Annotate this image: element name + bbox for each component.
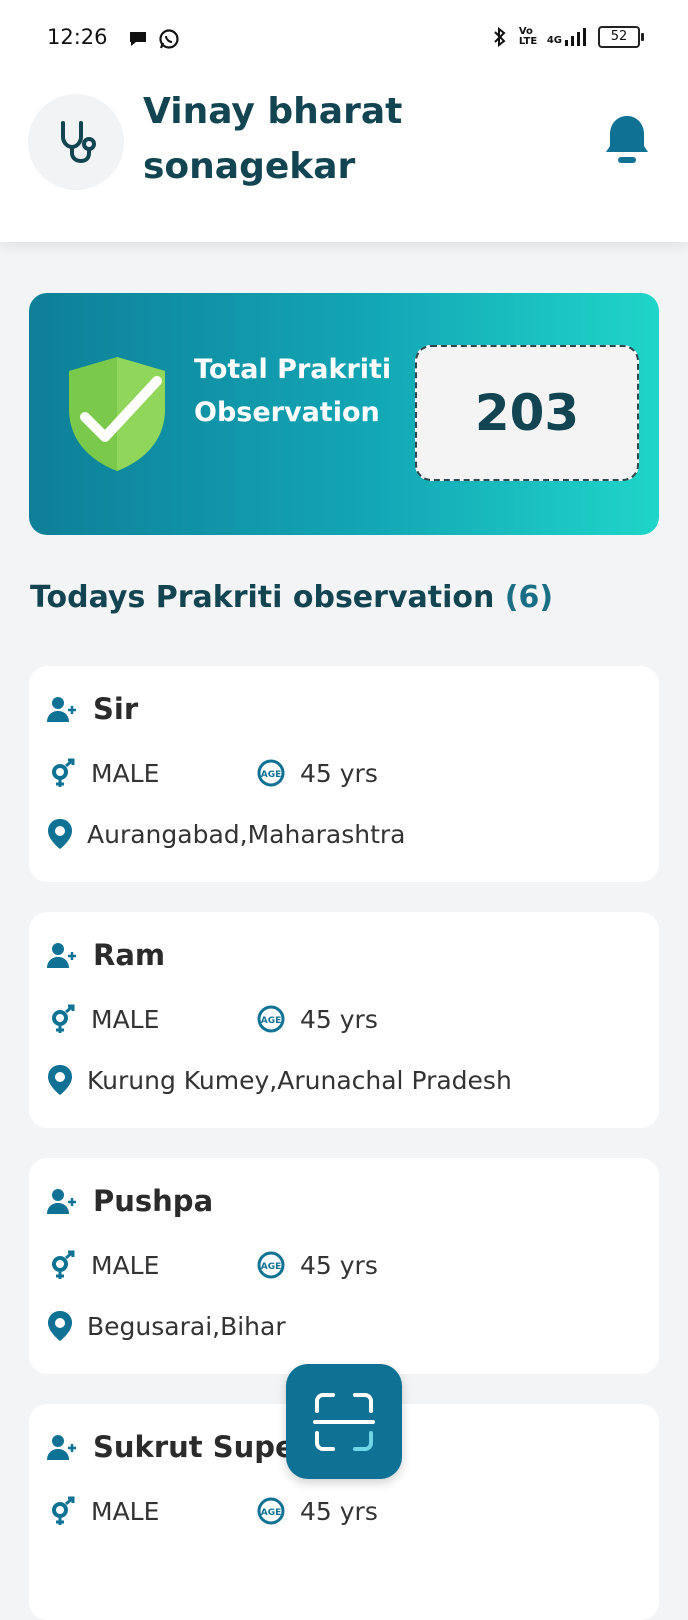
network-type: 4G — [547, 28, 586, 46]
status-bar: 12:26 Vo LTE 4G 52 — [0, 0, 688, 80]
age-value: 45 yrs — [300, 1496, 378, 1526]
total-observation-count: 203 — [474, 384, 580, 442]
gender-icon — [52, 1250, 75, 1279]
location-pin-icon — [48, 1311, 72, 1341]
observation-card[interactable]: Ram MALE AGE 45 yrs Kurung Kumey,Arunach… — [29, 912, 659, 1128]
location-row: Aurangabad,Maharashtra — [47, 818, 406, 850]
name-row: Sukrut Supe — [47, 1430, 295, 1464]
gender-value: MALE — [91, 1004, 160, 1034]
svg-text:AGE: AGE — [261, 1262, 282, 1272]
location-row: Kurung Kumey,Arunachal Pradesh — [47, 1064, 512, 1096]
meta-row: MALE AGE 45 yrs — [47, 1004, 378, 1034]
app-header: Vinay bharat sonagekar — [0, 80, 688, 242]
age-icon: AGE — [257, 1005, 285, 1033]
gender-field: MALE — [47, 1496, 256, 1526]
gender-icon — [52, 758, 75, 787]
shield-check-icon — [69, 357, 165, 471]
section-count: (6) — [504, 580, 554, 615]
location-pin-icon — [48, 819, 72, 849]
gender-field: MALE — [47, 1004, 256, 1034]
scan-button[interactable] — [286, 1364, 402, 1479]
notification-icons — [128, 28, 180, 50]
age-value: 45 yrs — [300, 1250, 378, 1280]
location-value: Kurung Kumey,Arunachal Pradesh — [87, 1065, 512, 1095]
section-title: Todays Prakriti observation (6) — [30, 580, 553, 615]
location-row: Begusarai,Bihar — [47, 1310, 286, 1342]
section-title-text: Todays Prakriti observation — [30, 580, 495, 615]
person-add-icon — [47, 943, 76, 968]
gender-value: MALE — [91, 1250, 160, 1280]
whatsapp-icon — [159, 29, 179, 49]
patient-name: Pushpa — [93, 1184, 214, 1218]
status-time: 12:26 — [47, 25, 108, 49]
person-add-icon — [47, 1189, 76, 1214]
person-add-icon — [47, 1435, 76, 1460]
notification-button[interactable] — [604, 114, 650, 172]
location-value: Begusarai,Bihar — [87, 1311, 286, 1341]
system-indicators: Vo LTE 4G 52 — [493, 26, 644, 48]
age-icon: AGE — [257, 1251, 285, 1279]
user-name: Vinay bharat sonagekar — [143, 91, 403, 187]
name-row: Ram — [47, 938, 165, 972]
observation-card[interactable]: Pushpa MALE AGE 45 yrs Begusarai,Bihar — [29, 1158, 659, 1374]
gender-value: MALE — [91, 758, 160, 788]
meta-row: MALE AGE 45 yrs — [47, 1496, 378, 1526]
battery-indicator: 52 — [598, 26, 644, 48]
gender-value: MALE — [91, 1496, 160, 1526]
total-observation-count-box: 203 — [415, 345, 639, 481]
total-observation-label: Total Prakriti Observation — [194, 354, 392, 428]
svg-text:AGE: AGE — [261, 770, 282, 780]
patient-name: Sir — [93, 692, 139, 726]
gender-icon — [52, 1496, 75, 1525]
observation-card[interactable]: Sir MALE AGE 45 yrs Aurangabad,Maharasht… — [29, 666, 659, 882]
gender-field: MALE — [47, 1250, 256, 1280]
age-icon: AGE — [257, 1497, 285, 1525]
message-icon — [130, 32, 146, 46]
gender-icon — [52, 1004, 75, 1033]
person-add-icon — [47, 697, 76, 722]
stethoscope-icon — [61, 121, 96, 164]
svg-text:AGE: AGE — [261, 1508, 282, 1518]
total-observation-card: Total Prakriti Observation 203 — [29, 293, 659, 535]
age-value: 45 yrs — [300, 1004, 378, 1034]
age-field: AGE 45 yrs — [256, 1004, 378, 1034]
age-value: 45 yrs — [300, 758, 378, 788]
meta-row: MALE AGE 45 yrs — [47, 1250, 378, 1280]
name-row: Sir — [47, 692, 138, 726]
bell-icon — [606, 116, 648, 163]
patient-name: Ram — [93, 938, 166, 972]
age-field: AGE 45 yrs — [256, 758, 378, 788]
gender-field: MALE — [47, 758, 256, 788]
location-pin-icon — [48, 1065, 72, 1095]
location-value: Aurangabad,Maharashtra — [87, 819, 406, 849]
age-field: AGE 45 yrs — [256, 1496, 378, 1526]
signal-icon — [565, 28, 586, 46]
name-row: Pushpa — [47, 1184, 213, 1218]
svg-text:AGE: AGE — [261, 1016, 282, 1026]
avatar[interactable] — [28, 94, 124, 190]
age-icon: AGE — [257, 759, 285, 787]
meta-row: MALE AGE 45 yrs — [47, 758, 378, 788]
age-field: AGE 45 yrs — [256, 1250, 378, 1280]
bluetooth-icon — [494, 27, 506, 47]
patient-name: Sukrut Supe — [93, 1430, 295, 1464]
scan-icon — [313, 1392, 375, 1451]
volte-indicator: Vo LTE — [518, 26, 538, 47]
